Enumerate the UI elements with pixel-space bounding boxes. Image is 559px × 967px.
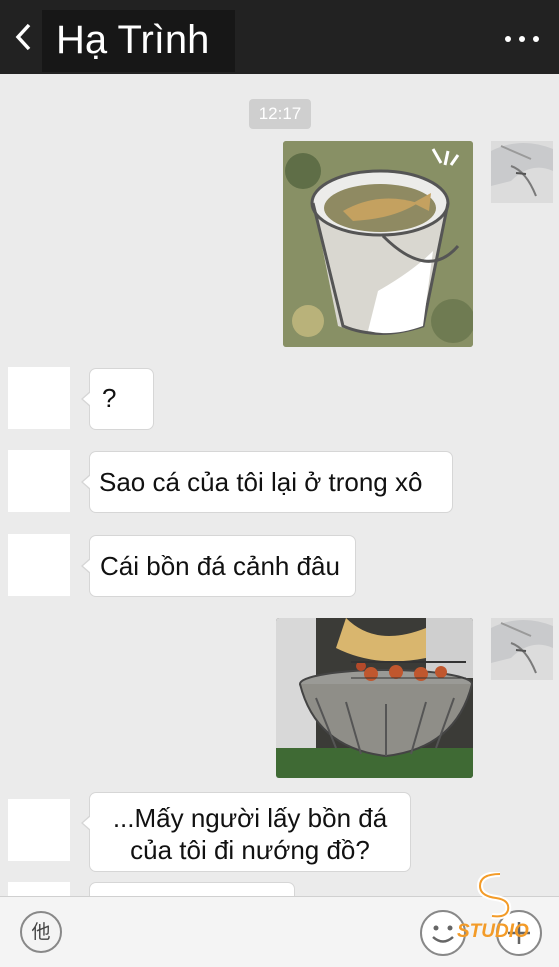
voice-button[interactable]: 他 xyxy=(20,911,62,953)
contact-avatar[interactable] xyxy=(8,882,70,896)
message-bubble[interactable]: Sao cá của tôi lại ở trong xô xyxy=(81,451,453,513)
contact-avatar[interactable] xyxy=(8,367,70,429)
contact-avatar[interactable] xyxy=(8,799,70,861)
timestamp: 12:17 xyxy=(249,99,311,129)
more-dots-icon[interactable] xyxy=(505,36,539,42)
chat-title: Hạ Trình xyxy=(56,18,210,62)
watermark-text: STUDIO xyxy=(457,921,529,942)
message-bubble[interactable] xyxy=(89,882,295,896)
message-bubble[interactable]: ...Mấy người lấy bồn đá của tôi đi nướng… xyxy=(81,792,411,872)
message-text: Cái bồn đá cảnh đâu xyxy=(100,551,340,581)
message-text-line2: của tôi đi nướng đồ? xyxy=(130,835,370,865)
message-text: Sao cá của tôi lại ở trong xô xyxy=(99,467,423,497)
contact-avatar[interactable] xyxy=(8,534,70,596)
image-message-bucket[interactable] xyxy=(283,141,473,347)
my-avatar[interactable] xyxy=(491,141,553,203)
chat-header: Hạ Trình xyxy=(0,0,559,74)
message-list[interactable]: 12:17 ? Sao cá của tôi lại ở trong xô Cá… xyxy=(0,74,559,896)
message-bubble[interactable]: Cái bồn đá cảnh đâu xyxy=(81,535,356,597)
image-message-grill[interactable] xyxy=(276,618,473,778)
my-avatar[interactable] xyxy=(491,618,553,680)
message-text: ? xyxy=(102,383,117,413)
back-chevron-icon[interactable] xyxy=(12,22,36,52)
message-bubble[interactable]: ? xyxy=(81,368,154,430)
contact-avatar[interactable] xyxy=(8,450,70,512)
message-text-line1: ...Mấy người lấy bồn đá xyxy=(112,803,388,833)
